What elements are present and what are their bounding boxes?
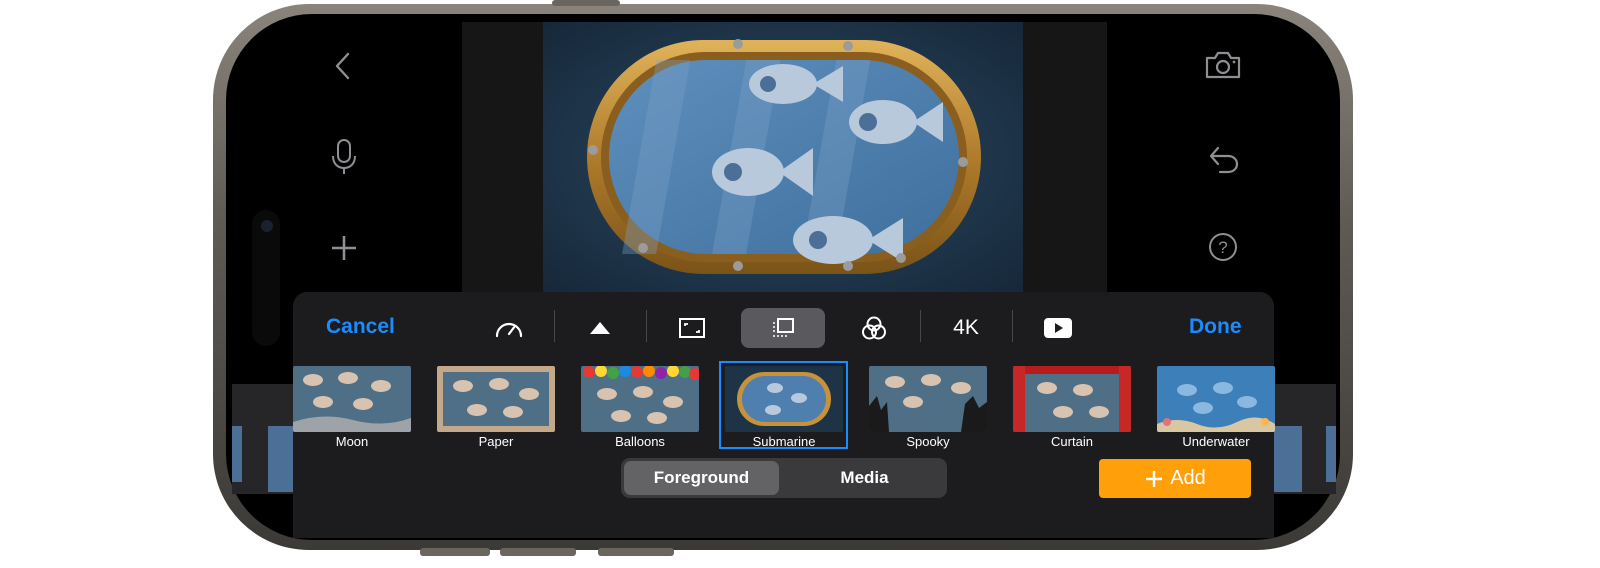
theme-thumb-balloons[interactable] bbox=[581, 366, 699, 432]
curtain-theme-image bbox=[1013, 366, 1131, 432]
theme-thumb-paper[interactable] bbox=[437, 366, 555, 432]
cancel-button[interactable]: Cancel bbox=[326, 315, 395, 339]
background-layout-icon bbox=[773, 318, 794, 337]
theme-label: Paper bbox=[478, 434, 514, 449]
theme-thumb-curtain[interactable] bbox=[1013, 366, 1131, 432]
theme-label: Underwater bbox=[1182, 434, 1250, 449]
toolbar-divider bbox=[646, 310, 647, 342]
phone-top-button bbox=[552, 0, 620, 6]
spooky-theme-image bbox=[869, 366, 987, 432]
plus-icon[interactable] bbox=[330, 234, 358, 267]
submarine-porthole-image bbox=[543, 22, 1023, 292]
add-button[interactable]: Add bbox=[1099, 459, 1251, 498]
plus-icon bbox=[1146, 470, 1163, 487]
filters-icon bbox=[862, 316, 886, 340]
toolbar-divider bbox=[554, 310, 555, 342]
paper-theme-image bbox=[437, 366, 555, 432]
resolution-label: 4K bbox=[953, 316, 979, 339]
video-preview[interactable] bbox=[543, 22, 1023, 292]
phone-bottom-button bbox=[598, 548, 674, 556]
undo-icon[interactable] bbox=[1208, 144, 1240, 179]
theme-label: Spooky bbox=[906, 434, 950, 449]
filters-button[interactable] bbox=[832, 308, 916, 348]
camera-icon[interactable] bbox=[1204, 50, 1242, 85]
phone-bottom-button bbox=[420, 548, 490, 556]
segment-media-label[interactable]: Media bbox=[787, 468, 942, 488]
front-camera bbox=[261, 220, 273, 232]
add-button-label: Add bbox=[1170, 467, 1206, 489]
phone-bottom-button bbox=[500, 548, 576, 556]
back-chevron-icon[interactable] bbox=[332, 52, 354, 85]
resolution-button[interactable]: 4K bbox=[924, 308, 1008, 348]
title-button[interactable] bbox=[558, 308, 642, 348]
crop-button[interactable] bbox=[650, 308, 734, 348]
toolbar-divider bbox=[1012, 310, 1013, 342]
theme-label: Submarine bbox=[752, 434, 816, 449]
speed-gauge-icon bbox=[495, 322, 523, 338]
theme-label: Moon bbox=[335, 434, 369, 449]
theme-label: Curtain bbox=[1051, 434, 1093, 449]
speed-button[interactable] bbox=[467, 308, 551, 348]
timeline-clip bbox=[1326, 426, 1336, 482]
theme-thumb-underwater[interactable] bbox=[1157, 366, 1275, 432]
background-button[interactable] bbox=[741, 308, 825, 348]
segment-foreground-label[interactable]: Foreground bbox=[624, 468, 779, 488]
timeline-clip bbox=[232, 426, 242, 482]
underwater-theme-image bbox=[1157, 366, 1275, 432]
help-icon[interactable]: ? bbox=[1208, 232, 1238, 267]
submarine-theme-image bbox=[725, 366, 843, 432]
play-video-icon bbox=[1044, 318, 1072, 338]
balloons-theme-image bbox=[581, 366, 699, 432]
theme-label: Balloons bbox=[615, 434, 665, 449]
theme-thumb-submarine[interactable] bbox=[725, 366, 843, 432]
moon-theme-image bbox=[293, 366, 411, 432]
svg-text:?: ? bbox=[1218, 238, 1227, 257]
title-triangle-icon bbox=[590, 322, 610, 334]
play-button[interactable] bbox=[1016, 308, 1100, 348]
crop-frame-icon bbox=[679, 318, 705, 338]
theme-thumb-spooky[interactable] bbox=[869, 366, 987, 432]
done-button[interactable]: Done bbox=[1189, 315, 1242, 339]
toolbar-divider bbox=[920, 310, 921, 342]
microphone-icon[interactable] bbox=[330, 138, 358, 181]
theme-thumb-moon[interactable] bbox=[293, 366, 411, 432]
